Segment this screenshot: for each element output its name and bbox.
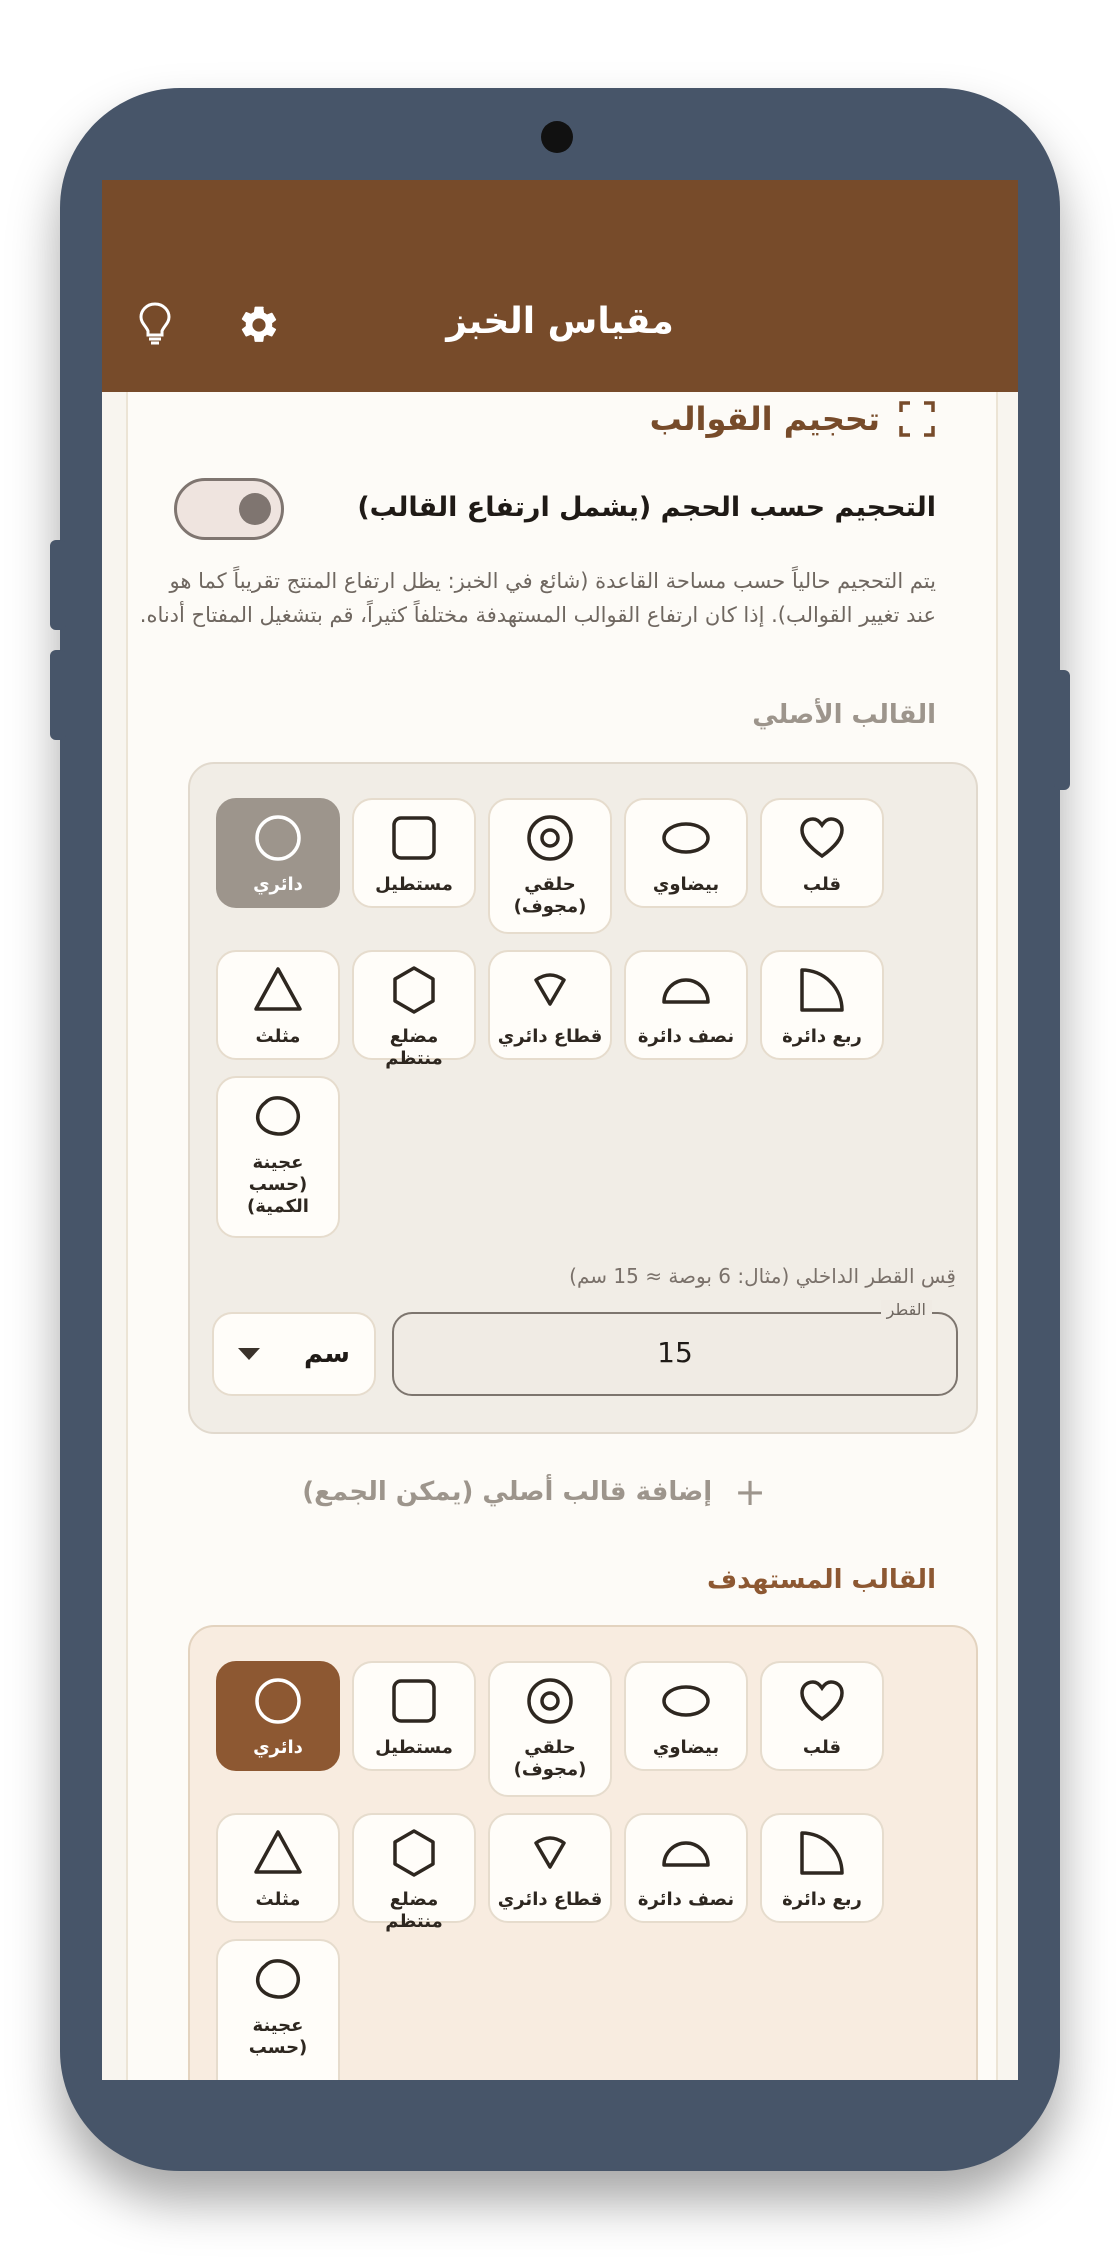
shape-label: مستطيل bbox=[375, 1737, 453, 1758]
side-button-left-top bbox=[50, 540, 66, 630]
add-original-pan-label: إضافة قالب أصلي (يمكن الجمع) bbox=[302, 1477, 713, 1507]
original-pan-card: دائري مستطيل حلقي (مجوف) بيضاوي قلب مثلث مضلع … bbox=[188, 762, 978, 1434]
scaling-card: تحجيم القوالب التحجيم حسب الحجم (يشمل ار… bbox=[126, 392, 998, 2080]
section-title: تحجيم القوالب bbox=[649, 400, 880, 438]
shape-label: مضلع منتظم bbox=[385, 1889, 443, 1932]
front-camera bbox=[541, 121, 573, 153]
shape-semicircle-button[interactable]: نصف دائرة bbox=[624, 1813, 748, 1923]
shape-oval-button[interactable]: بيضاوي bbox=[624, 1661, 748, 1771]
sector-shape-icon bbox=[524, 1827, 576, 1883]
shape-label: دائري bbox=[253, 874, 303, 895]
toggle-knob bbox=[239, 493, 271, 525]
semicircle-shape-icon bbox=[660, 1827, 712, 1883]
shape-rectangle-button[interactable]: مستطيل bbox=[352, 798, 476, 908]
dough-shape-icon bbox=[252, 1090, 304, 1146]
sector-shape-icon bbox=[524, 964, 576, 1020]
shape-label: بيضاوي bbox=[652, 874, 720, 895]
shape-label: بيضاوي bbox=[652, 1737, 720, 1758]
triangle-shape-icon bbox=[252, 964, 304, 1020]
dough-shape-icon bbox=[252, 1953, 304, 2009]
shape-quarter-button[interactable]: ربع دائرة bbox=[760, 950, 884, 1060]
shape-quarter-button[interactable]: ربع دائرة bbox=[760, 1813, 884, 1923]
diameter-value: 15 bbox=[657, 1336, 693, 1369]
shape-hexagon-button[interactable]: مضلع منتظم bbox=[352, 1813, 476, 1932]
diameter-hint: قِس القطر الداخلي (مثال: 6 بوصة ≈ 15 سم) bbox=[569, 1264, 956, 1288]
shape-heart-button[interactable]: قلب bbox=[760, 798, 884, 908]
fullscreen-icon bbox=[898, 400, 936, 438]
shape-hexagon-button[interactable]: مضلع منتظم bbox=[352, 950, 476, 1069]
shape-label: ربع دائرة bbox=[782, 1889, 862, 1910]
shape-label: قطاع دائري bbox=[497, 1026, 603, 1047]
shape-ring-button[interactable]: حلقي (مجوف) bbox=[488, 1661, 612, 1797]
ring-shape-icon bbox=[524, 1675, 576, 1731]
shape-oval-button[interactable]: بيضاوي bbox=[624, 798, 748, 908]
shape-sector-button[interactable]: قطاع دائري bbox=[488, 1813, 612, 1923]
shape-triangle-button[interactable]: مثلث bbox=[216, 950, 340, 1060]
heart-shape-icon bbox=[796, 812, 848, 868]
shape-semicircle-button[interactable]: نصف دائرة bbox=[624, 950, 748, 1060]
triangle-shape-icon bbox=[252, 1827, 304, 1883]
lightbulb-icon[interactable] bbox=[130, 298, 180, 348]
shape-label: قطاع دائري bbox=[497, 1889, 603, 1910]
circle-shape-icon bbox=[252, 812, 304, 868]
shape-rectangle-button[interactable]: مستطيل bbox=[352, 1661, 476, 1771]
shape-circle-button[interactable]: دائري bbox=[216, 798, 340, 908]
shape-label: مثلث bbox=[255, 1026, 301, 1047]
shape-label: عجينة (حسب الكمية) bbox=[247, 1152, 309, 1217]
shape-label: نصف دائرة bbox=[637, 1889, 735, 1910]
original-pan-label: القالب الأصلي bbox=[752, 700, 936, 730]
semicircle-shape-icon bbox=[660, 964, 712, 1020]
rectangle-shape-icon bbox=[388, 1675, 440, 1731]
circle-shape-icon bbox=[252, 1675, 304, 1731]
side-button-left-bottom bbox=[50, 650, 66, 740]
rectangle-shape-icon bbox=[388, 812, 440, 868]
shape-ring-button[interactable]: حلقي (مجوف) bbox=[488, 798, 612, 934]
shape-label: مثلث bbox=[255, 1889, 301, 1910]
hexagon-shape-icon bbox=[388, 964, 440, 1020]
diameter-label: القطر bbox=[880, 1300, 932, 1319]
shape-label: قلب bbox=[802, 874, 842, 895]
oval-shape-icon bbox=[660, 812, 712, 868]
shape-heart-button[interactable]: قلب bbox=[760, 1661, 884, 1771]
target-pan-card: دائري مستطيل حلقي (مجوف) بيضاوي قلب مثلث مضلع … bbox=[188, 1625, 978, 2080]
add-original-pan-button[interactable]: + إضافة قالب أصلي (يمكن الجمع) bbox=[302, 1470, 766, 1514]
shape-label: ربع دائرة bbox=[782, 1026, 862, 1047]
scaling-description: يتم التحجيم حالياً حسب مساحة القاعدة (شا… bbox=[139, 569, 936, 627]
oval-shape-icon bbox=[660, 1675, 712, 1731]
unit-value: سم bbox=[304, 1339, 350, 1369]
quarter-shape-icon bbox=[796, 964, 848, 1020]
shape-label: عجينة (حسب bbox=[248, 2015, 308, 2058]
shape-label: حلقي (مجوف) bbox=[513, 1737, 587, 1780]
shape-label: دائري bbox=[253, 1737, 303, 1758]
shape-label: حلقي (مجوف) bbox=[513, 874, 587, 917]
heart-shape-icon bbox=[796, 1675, 848, 1731]
shape-dough-button[interactable]: عجينة (حسب الكمية) bbox=[216, 1076, 340, 1238]
app-screen: مقياس الخبز تحجيم القوالب التحجيم حسب ال… bbox=[102, 180, 1018, 2080]
gear-icon[interactable] bbox=[234, 300, 284, 350]
shape-label: نصف دائرة bbox=[637, 1026, 735, 1047]
plus-icon: + bbox=[734, 1470, 766, 1514]
quarter-shape-icon bbox=[796, 1827, 848, 1883]
target-pan-label: القالب المستهدف bbox=[706, 1565, 936, 1595]
volume-toggle-label: التحجيم حسب الحجم (يشمل ارتفاع القالب) bbox=[357, 492, 936, 523]
app-bar: مقياس الخبز bbox=[102, 180, 1018, 392]
volume-toggle[interactable] bbox=[174, 478, 284, 540]
shape-label: مستطيل bbox=[375, 874, 453, 895]
side-button-right bbox=[1054, 670, 1070, 790]
ring-shape-icon bbox=[524, 812, 576, 868]
shape-circle-button[interactable]: دائري bbox=[216, 1661, 340, 1771]
hexagon-shape-icon bbox=[388, 1827, 440, 1883]
shape-triangle-button[interactable]: مثلث bbox=[216, 1813, 340, 1923]
unit-select[interactable]: سم bbox=[212, 1312, 376, 1396]
shape-label: مضلع منتظم bbox=[385, 1026, 443, 1069]
diameter-field[interactable]: القطر 15 bbox=[392, 1300, 958, 1396]
section-header: تحجيم القوالب bbox=[650, 400, 936, 438]
dropdown-arrow-icon bbox=[238, 1348, 260, 1360]
shape-dough-button[interactable]: عجينة (حسب bbox=[216, 1939, 340, 2080]
app-title: مقياس الخبز bbox=[446, 301, 674, 342]
shape-sector-button[interactable]: قطاع دائري bbox=[488, 950, 612, 1060]
shape-label: قلب bbox=[802, 1737, 842, 1758]
